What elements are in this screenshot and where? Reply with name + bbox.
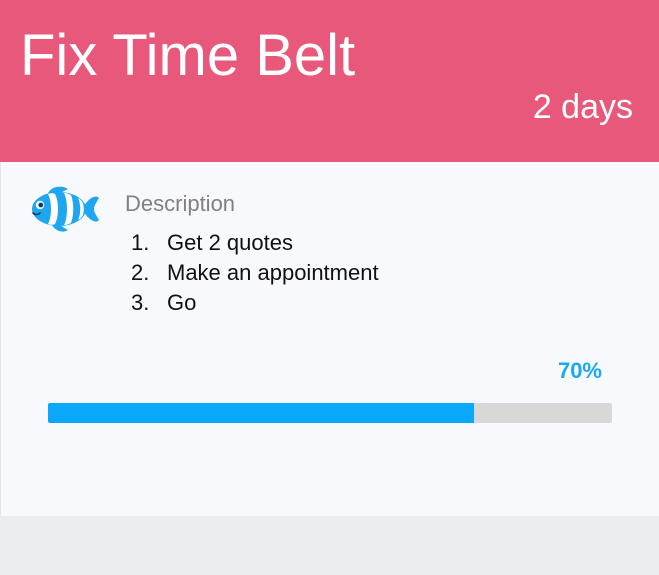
list-item: 2. Make an appointment [131,258,379,288]
task-title: Fix Time Belt [20,23,356,88]
list-item-number: 3. [131,290,150,315]
list-item-text: Make an appointment [167,260,379,285]
task-card[interactable]: Fix Time Belt 2 days Description 1. Get … [0,0,659,516]
card-header: Fix Time Belt 2 days [0,0,659,162]
task-duration: 2 days [532,88,633,126]
list-item: 1. Get 2 quotes [131,228,379,258]
list-item-number: 2. [131,260,150,285]
progress-percent: 70% [557,358,602,383]
list-item-text: Go [167,290,197,315]
list-item-number: 1. [131,230,150,255]
list-item: 3. Go [131,288,379,318]
progress-bar [48,403,612,423]
card-body: Description 1. Get 2 quotes 2. Make an app… [0,162,659,516]
progress-bar-fill [48,403,474,423]
list-item-text: Get 2 quotes [167,230,293,255]
fish-icon [32,186,99,232]
description-list: 1. Get 2 quotes 2. Make an appointment 3. G… [131,228,379,318]
description-label: Description [125,191,236,216]
